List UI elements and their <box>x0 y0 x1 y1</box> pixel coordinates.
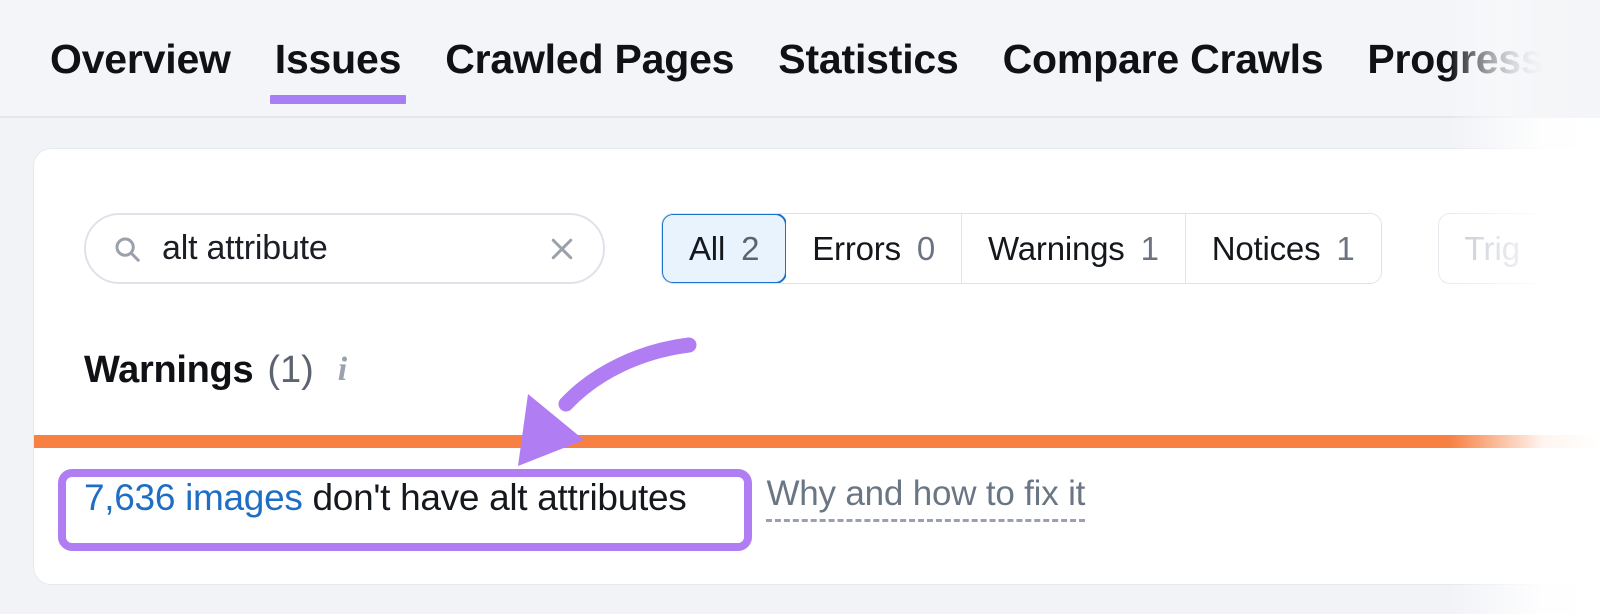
tab-overview-label: Overview <box>50 36 231 82</box>
filter-all-count: 2 <box>741 229 760 267</box>
filter-all-label: All <box>689 229 726 267</box>
tab-crawled-pages-label: Crawled Pages <box>445 36 735 82</box>
issue-row: 7,636 images don't have alt attributes W… <box>84 474 1085 522</box>
tab-overview[interactable]: Overview <box>28 39 253 116</box>
issue-description-rest: don't have alt attributes <box>302 477 687 518</box>
severity-bar-warning <box>34 435 1600 448</box>
issue-count-link[interactable]: 7,636 images <box>84 477 303 518</box>
filter-notices-count: 1 <box>1336 229 1355 267</box>
tab-statistics[interactable]: Statistics <box>756 39 980 116</box>
why-and-how-to-fix-it-link[interactable]: Why and how to fix it <box>766 474 1085 522</box>
filter-toolbar: alt attribute All 2 Errors 0 Warnings 1 … <box>84 213 1548 284</box>
tab-issues[interactable]: Issues <box>253 39 423 116</box>
tab-issues-label: Issues <box>274 36 402 82</box>
info-icon[interactable]: i <box>338 351 347 389</box>
filter-errors-label: Errors <box>812 229 901 267</box>
filter-all[interactable]: All 2 <box>661 214 788 283</box>
section-count: (1) <box>267 349 314 391</box>
filter-triggered-label: Trig <box>1464 229 1521 267</box>
tab-crawled-pages[interactable]: Crawled Pages <box>423 39 756 116</box>
issue-description: 7,636 images don't have alt attributes <box>84 477 687 519</box>
search-input[interactable]: alt attribute <box>84 213 605 284</box>
filter-triggered[interactable]: Trig <box>1437 213 1548 284</box>
filter-warnings[interactable]: Warnings 1 <box>962 214 1186 283</box>
search-input-value: alt attribute <box>162 229 328 267</box>
filter-errors-count: 0 <box>916 229 936 267</box>
fix-link-label: Why and how to fix it <box>766 474 1086 513</box>
tab-progress-label: Progress <box>1367 36 1544 82</box>
tab-compare-crawls[interactable]: Compare Crawls <box>981 39 1346 116</box>
filter-errors[interactable]: Errors 0 <box>786 214 963 283</box>
filter-notices-label: Notices <box>1211 229 1321 267</box>
tab-compare-crawls-label: Compare Crawls <box>1002 36 1324 82</box>
section-title: Warnings <box>84 349 254 391</box>
tab-statistics-label: Statistics <box>778 36 959 82</box>
warnings-section-header: Warnings (1) i <box>84 349 347 392</box>
tab-progress[interactable]: Progress <box>1345 39 1565 116</box>
filter-warnings-count: 1 <box>1140 229 1159 267</box>
issues-card: alt attribute All 2 Errors 0 Warnings 1 … <box>33 148 1600 585</box>
close-icon[interactable] <box>547 234 577 264</box>
primary-tab-bar: Overview Issues Crawled Pages Statistics… <box>0 0 1600 118</box>
tab-list: Overview Issues Crawled Pages Statistics… <box>0 0 1600 116</box>
filter-notices[interactable]: Notices 1 <box>1185 214 1381 283</box>
severity-filter-group: All 2 Errors 0 Warnings 1 Notices 1 <box>661 213 1382 284</box>
search-icon <box>115 237 140 262</box>
filter-warnings-label: Warnings <box>988 229 1125 267</box>
